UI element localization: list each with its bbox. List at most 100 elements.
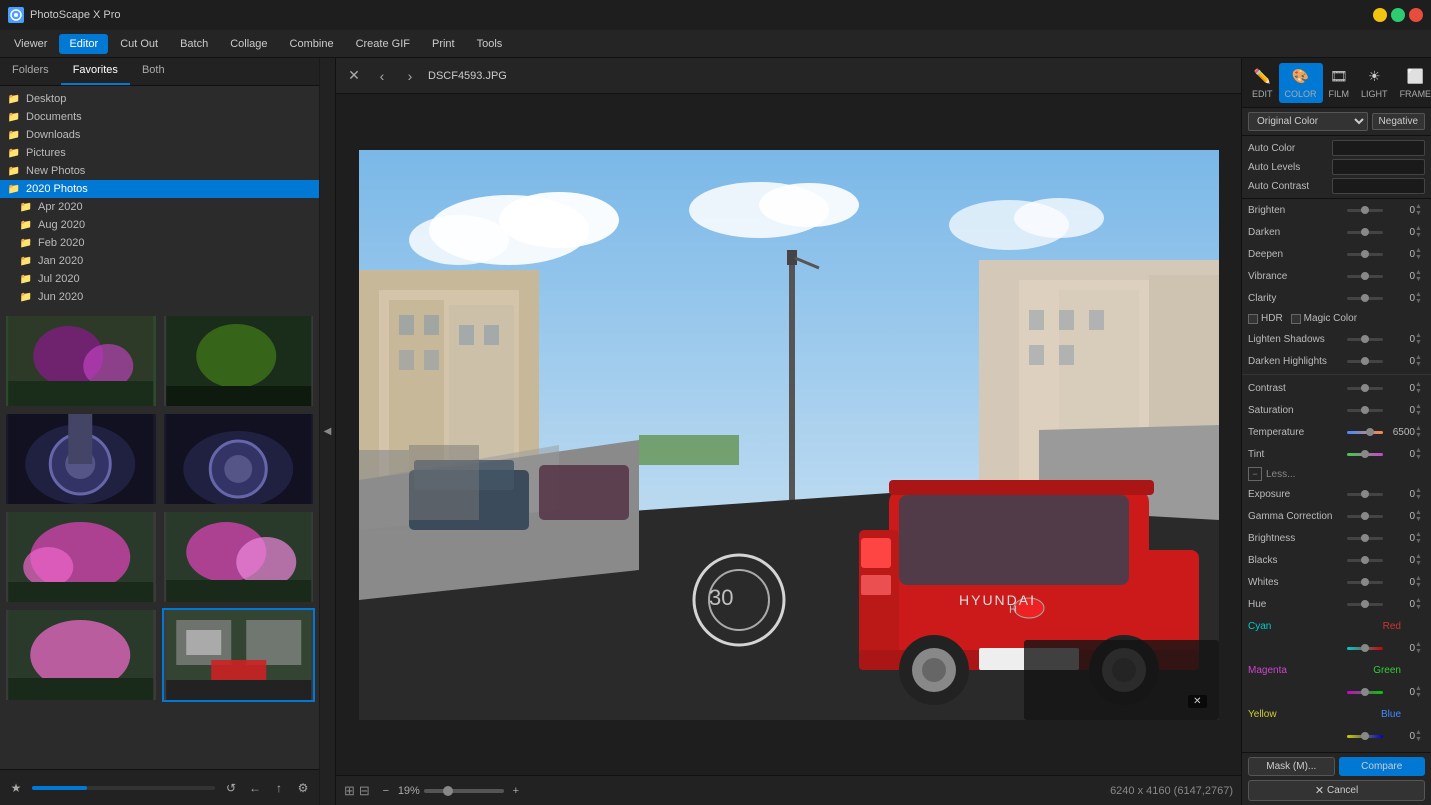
brightness-slider[interactable] bbox=[1347, 537, 1383, 540]
deepen-arrows[interactable]: ▲▼ bbox=[1415, 247, 1425, 261]
tint-arrows[interactable]: ▲▼ bbox=[1415, 447, 1425, 461]
menu-viewer[interactable]: Viewer bbox=[4, 34, 57, 54]
zoom-slider[interactable] bbox=[424, 789, 504, 793]
darken-highlights-slider[interactable] bbox=[1347, 360, 1383, 363]
mask-button[interactable]: Mask (M)... bbox=[1248, 757, 1335, 776]
menu-collage[interactable]: Collage bbox=[220, 34, 277, 54]
sidebar-item-newphotos[interactable]: 📁 New Photos bbox=[0, 162, 319, 180]
whites-arrows[interactable]: ▲▼ bbox=[1415, 575, 1425, 589]
exposure-slider[interactable] bbox=[1347, 493, 1383, 496]
saturation-arrows[interactable]: ▲▼ bbox=[1415, 403, 1425, 417]
gamma-arrows[interactable]: ▲▼ bbox=[1415, 509, 1425, 523]
maximize-button[interactable] bbox=[1391, 8, 1405, 22]
auto-contrast-dropdown[interactable] bbox=[1332, 178, 1425, 194]
grid-icon[interactable]: ⊞ bbox=[344, 783, 355, 799]
blacks-slider[interactable] bbox=[1347, 559, 1383, 562]
clarity-arrows[interactable]: ▲▼ bbox=[1415, 291, 1425, 305]
magenta-green-arrows[interactable]: ▲▼ bbox=[1415, 685, 1425, 699]
deepen-slider[interactable] bbox=[1347, 253, 1383, 256]
auto-levels-dropdown[interactable] bbox=[1332, 159, 1425, 175]
up-icon[interactable]: ↑ bbox=[271, 780, 287, 796]
thumbnail-item[interactable] bbox=[162, 314, 316, 408]
compare-button[interactable]: Compare bbox=[1339, 757, 1426, 776]
yellow-blue-arrows[interactable]: ▲▼ bbox=[1415, 729, 1425, 743]
grid-icon-2[interactable]: ⊟ bbox=[359, 783, 370, 799]
thumbnail-item[interactable] bbox=[4, 608, 158, 702]
sidebar-item-desktop[interactable]: 📁 Desktop bbox=[0, 90, 319, 108]
vibrance-arrows[interactable]: ▲▼ bbox=[1415, 269, 1425, 283]
negative-button[interactable]: Negative bbox=[1372, 113, 1425, 130]
image-close-badge[interactable]: ✕ bbox=[1188, 695, 1206, 708]
tint-slider[interactable] bbox=[1347, 453, 1383, 456]
sidebar-item-jun2020[interactable]: 📁 Jun 2020 bbox=[0, 288, 319, 306]
cyan-red-arrows[interactable]: ▲▼ bbox=[1415, 641, 1425, 655]
menu-batch[interactable]: Batch bbox=[170, 34, 218, 54]
sidebar-item-documents[interactable]: 📁 Documents bbox=[0, 108, 319, 126]
tool-color[interactable]: 🎨 COLOR bbox=[1279, 63, 1323, 103]
sidebar-item-apr2020[interactable]: 📁 Apr 2020 bbox=[0, 198, 319, 216]
menu-print[interactable]: Print bbox=[422, 34, 465, 54]
settings-icon[interactable]: ⚙ bbox=[295, 780, 311, 796]
sidebar-item-aug2020[interactable]: 📁 Aug 2020 bbox=[0, 216, 319, 234]
tool-frame[interactable]: ⬜ FRAME bbox=[1394, 63, 1431, 103]
thumbnail-item-selected[interactable] bbox=[162, 608, 316, 702]
blacks-arrows[interactable]: ▲▼ bbox=[1415, 553, 1425, 567]
brighten-arrows[interactable]: ▲▼ bbox=[1415, 203, 1425, 217]
less-button[interactable]: − Less... bbox=[1242, 465, 1431, 483]
tab-folders[interactable]: Folders bbox=[0, 58, 61, 85]
window-controls[interactable] bbox=[1373, 8, 1423, 22]
brightness-arrows[interactable]: ▲▼ bbox=[1415, 531, 1425, 545]
back-icon[interactable]: ← bbox=[247, 780, 263, 796]
yellow-blue-slider[interactable] bbox=[1347, 735, 1383, 738]
saturation-slider[interactable] bbox=[1347, 409, 1383, 412]
contrast-slider[interactable] bbox=[1347, 387, 1383, 390]
magic-color-checkbox-label[interactable]: Magic Color bbox=[1291, 313, 1357, 324]
prev-image-button[interactable]: ‹ bbox=[372, 66, 392, 86]
thumbnail-item[interactable] bbox=[162, 412, 316, 506]
sidebar-item-2020photos[interactable]: 📁 2020 Photos bbox=[0, 180, 319, 198]
sidebar-item-jan2020[interactable]: 📁 Jan 2020 bbox=[0, 252, 319, 270]
lighten-shadows-slider[interactable] bbox=[1347, 338, 1383, 341]
hdr-checkbox-label[interactable]: HDR bbox=[1248, 313, 1283, 324]
thumbnail-item[interactable] bbox=[4, 314, 158, 408]
color-mode-select[interactable]: Original Color bbox=[1248, 112, 1368, 131]
close-button[interactable] bbox=[1409, 8, 1423, 22]
darken-highlights-arrows[interactable]: ▲▼ bbox=[1415, 354, 1425, 368]
hdr-checkbox[interactable] bbox=[1248, 314, 1258, 324]
close-image-button[interactable]: ✕ bbox=[344, 66, 364, 86]
zoom-in-button[interactable]: + bbox=[508, 783, 524, 799]
menu-creategif[interactable]: Create GIF bbox=[346, 34, 420, 54]
whites-slider[interactable] bbox=[1347, 581, 1383, 584]
darken-slider[interactable] bbox=[1347, 231, 1383, 234]
lighten-shadows-arrows[interactable]: ▲▼ bbox=[1415, 332, 1425, 346]
sidebar-collapse-button[interactable]: ◀ bbox=[320, 58, 336, 805]
refresh-icon[interactable]: ↺ bbox=[223, 780, 239, 796]
darken-arrows[interactable]: ▲▼ bbox=[1415, 225, 1425, 239]
exposure-arrows[interactable]: ▲▼ bbox=[1415, 487, 1425, 501]
menu-tools[interactable]: Tools bbox=[467, 34, 513, 54]
brighten-slider[interactable] bbox=[1347, 209, 1383, 212]
sidebar-item-feb2020[interactable]: 📁 Feb 2020 bbox=[0, 234, 319, 252]
magenta-green-slider[interactable] bbox=[1347, 691, 1383, 694]
sidebar-item-downloads[interactable]: 📁 Downloads bbox=[0, 126, 319, 144]
thumbnail-item[interactable] bbox=[4, 510, 158, 604]
sidebar-item-jul2020[interactable]: 📁 Jul 2020 bbox=[0, 270, 319, 288]
auto-color-dropdown[interactable] bbox=[1332, 140, 1425, 156]
hue-arrows[interactable]: ▲▼ bbox=[1415, 597, 1425, 611]
tool-edit[interactable]: ✏️ EDIT bbox=[1246, 63, 1279, 103]
menu-editor[interactable]: Editor bbox=[59, 34, 108, 54]
next-image-button[interactable]: › bbox=[400, 66, 420, 86]
thumbnail-item[interactable] bbox=[4, 412, 158, 506]
cancel-button[interactable]: ✕ Cancel bbox=[1248, 780, 1425, 801]
tool-light[interactable]: ☀ LIGHT bbox=[1355, 63, 1394, 103]
zoom-out-button[interactable]: − bbox=[378, 783, 394, 799]
cyan-red-slider[interactable] bbox=[1347, 647, 1383, 650]
tool-film[interactable]: 🎞 FILM bbox=[1323, 63, 1356, 103]
temperature-slider[interactable] bbox=[1347, 431, 1383, 434]
tab-both[interactable]: Both bbox=[130, 58, 177, 85]
magic-color-checkbox[interactable] bbox=[1291, 314, 1301, 324]
vibrance-slider[interactable] bbox=[1347, 275, 1383, 278]
menu-cutout[interactable]: Cut Out bbox=[110, 34, 168, 54]
star-icon[interactable]: ★ bbox=[8, 780, 24, 796]
menu-combine[interactable]: Combine bbox=[280, 34, 344, 54]
